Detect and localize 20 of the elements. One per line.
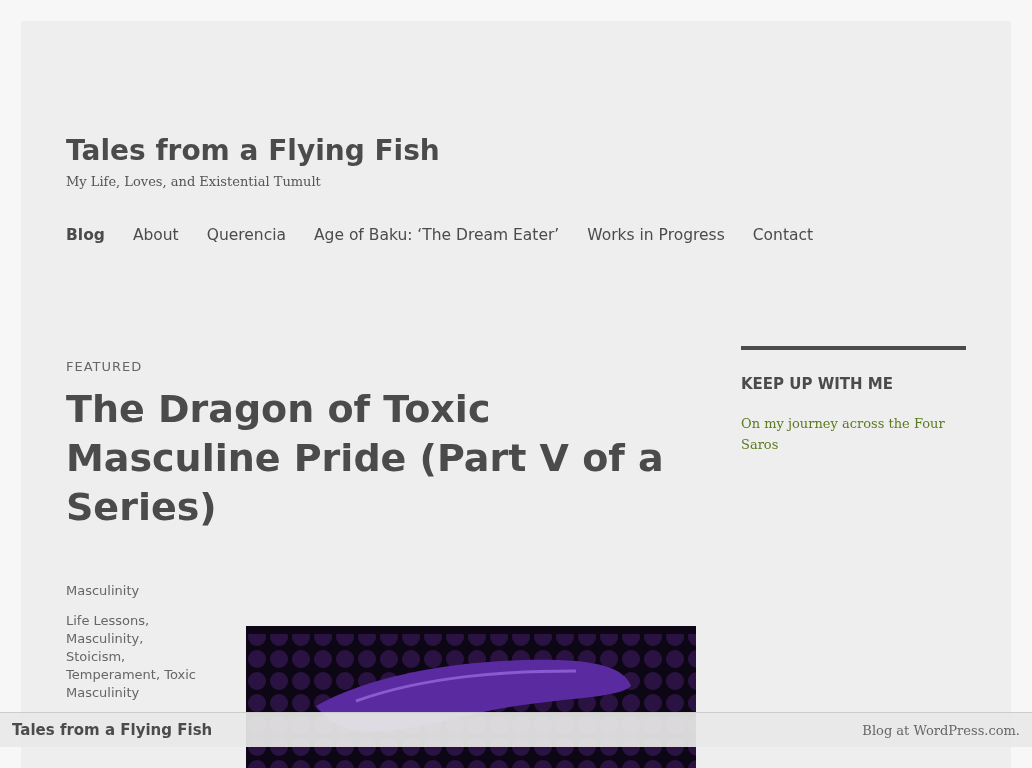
nav-link[interactable]: Querencia (206, 226, 286, 244)
nav-link[interactable]: About (132, 226, 179, 244)
post-title[interactable]: The Dragon of Toxic Masculine Pride (Part V of a Series) (66, 385, 696, 532)
tag-link[interactable]: Masculinity, (66, 630, 144, 648)
widget-link[interactable]: On my journey across the Four Saros (741, 413, 966, 455)
footer-site-name[interactable]: Tales from a Flying Fish (12, 721, 213, 739)
footer-credit-link[interactable]: Blog at WordPress.com. (862, 722, 1020, 738)
site-title[interactable]: Tales from a Flying Fish (66, 134, 966, 168)
category-link[interactable]: Masculinity (66, 582, 140, 600)
nav-link[interactable]: Works in Progress (587, 226, 725, 244)
featured-label: FEATURED (66, 359, 143, 374)
widget-heading: KEEP UP WITH ME (741, 375, 894, 393)
tag-link[interactable]: Temperament, Toxic (66, 666, 196, 684)
nav-link[interactable]: Blog (66, 226, 105, 244)
tag-link[interactable]: Life Lessons, (66, 612, 150, 630)
nav-link[interactable]: Contact (752, 226, 814, 244)
tag-link[interactable]: Masculinity (66, 684, 140, 702)
nav-link[interactable]: Age of Baku: ‘The Dream Eater’ (314, 226, 560, 244)
site-tagline: My Life, Loves, and Existential Tumult (66, 174, 321, 189)
tag-link[interactable]: Stoicism, (66, 648, 126, 666)
